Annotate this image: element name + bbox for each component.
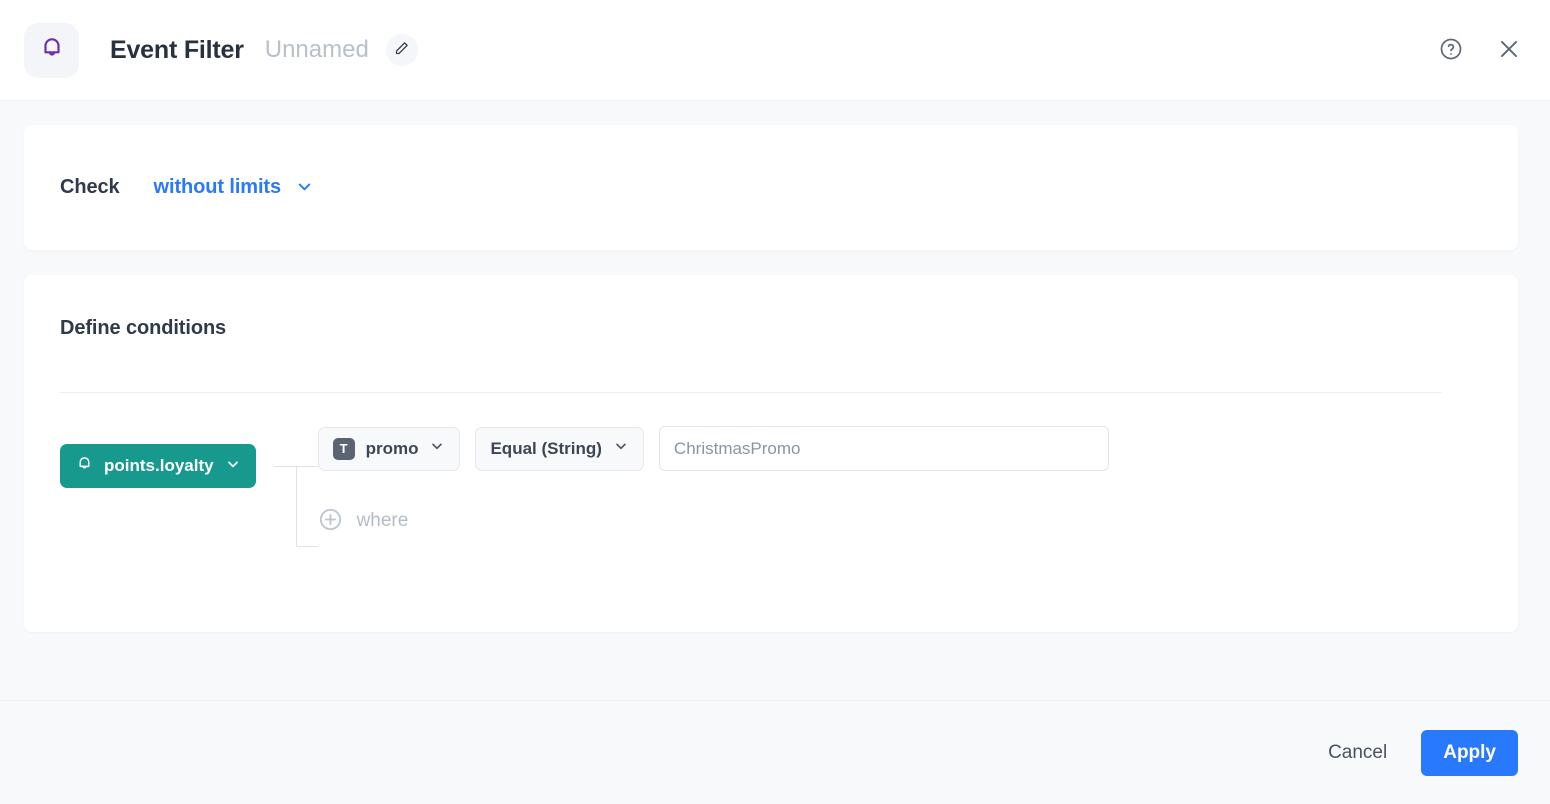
condition-rows: T promo Equal (String) — [318, 426, 1480, 537]
divider — [60, 392, 1442, 393]
pencil-icon — [394, 41, 409, 59]
app-icon-badge — [24, 23, 79, 78]
event-source-label: points.loyalty — [104, 456, 214, 476]
chevron-down-icon — [429, 438, 445, 459]
dialog-footer: Cancel Apply — [0, 700, 1550, 804]
attribute-label: promo — [366, 439, 419, 459]
condition-group: points.loyalty T promo — [60, 426, 1480, 564]
check-label: Check — [60, 176, 120, 199]
apply-button[interactable]: Apply — [1421, 730, 1518, 776]
limits-dropdown-value: without limits — [154, 176, 281, 199]
dialog-header: Event Filter Unnamed — [0, 0, 1550, 101]
bell-icon — [39, 35, 65, 66]
header-actions — [1436, 35, 1524, 65]
help-button[interactable] — [1436, 35, 1466, 65]
conditions-card: Define conditions points.loyalty — [24, 275, 1518, 632]
cancel-button[interactable]: Cancel — [1324, 734, 1391, 772]
condition-row: T promo Equal (String) — [318, 426, 1480, 471]
section-title: Define conditions — [60, 317, 1480, 340]
condition-tree-connector — [256, 444, 318, 564]
check-card: Check without limits — [24, 125, 1518, 250]
plus-circle-icon — [318, 507, 343, 535]
event-source-dropdown[interactable]: points.loyalty — [60, 444, 256, 488]
dialog-body: Check without limits Define conditions — [0, 101, 1550, 700]
edit-name-button[interactable] — [386, 34, 418, 66]
page-title: Event Filter — [110, 36, 244, 65]
chevron-down-icon — [295, 177, 314, 199]
operator-label: Equal (String) — [490, 439, 601, 459]
close-button[interactable] — [1494, 35, 1524, 65]
tree-trunk — [296, 466, 297, 546]
add-condition-button[interactable]: where — [318, 507, 409, 535]
chevron-down-icon — [613, 438, 629, 459]
filter-name: Unnamed — [265, 36, 369, 64]
limits-dropdown[interactable]: without limits — [154, 176, 314, 199]
text-type-icon: T — [333, 438, 355, 460]
condition-value-input[interactable] — [659, 426, 1109, 471]
tree-branch-bottom — [296, 546, 318, 547]
chevron-down-icon — [225, 456, 241, 477]
operator-dropdown[interactable]: Equal (String) — [475, 427, 643, 471]
add-condition-label: where — [357, 510, 409, 532]
help-circle-icon — [1439, 37, 1463, 64]
close-icon — [1496, 36, 1522, 65]
bell-icon — [76, 455, 93, 477]
attribute-dropdown[interactable]: T promo — [318, 427, 461, 471]
